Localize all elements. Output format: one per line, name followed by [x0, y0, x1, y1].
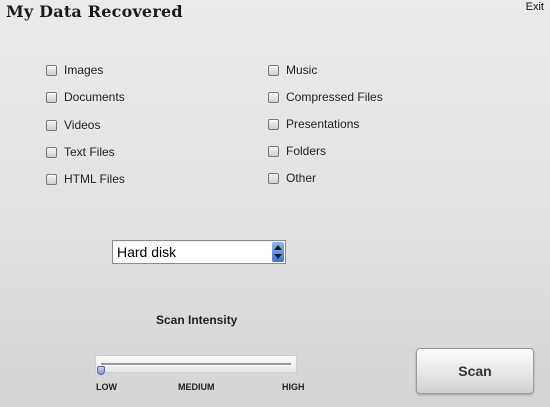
checkbox-label: Compressed Files — [286, 90, 383, 104]
checkbox-music[interactable]: Music — [268, 62, 317, 78]
checkbox-folders[interactable]: Folders — [268, 143, 326, 159]
checkbox-presentations[interactable]: Presentations — [268, 116, 359, 132]
checkbox-images[interactable]: Images — [46, 62, 103, 78]
checkbox-box[interactable] — [46, 119, 57, 131]
checkbox-other[interactable]: Other — [268, 170, 316, 186]
checkbox-label: Text Files — [64, 145, 115, 159]
checkbox-box[interactable] — [268, 64, 279, 76]
checkbox-compressed-files[interactable]: Compressed Files — [268, 89, 383, 105]
checkbox-box[interactable] — [268, 118, 279, 130]
drive-select-value: Hard disk — [117, 244, 177, 260]
slider-label-medium: MEDIUM — [178, 382, 215, 392]
checkbox-box[interactable] — [268, 91, 279, 103]
checkbox-label: Folders — [286, 144, 327, 158]
checkbox-box[interactable] — [46, 64, 57, 76]
checkbox-box[interactable] — [46, 91, 57, 103]
checkbox-videos[interactable]: Videos — [46, 117, 100, 133]
checkbox-label: HTML Files — [64, 172, 125, 186]
scan-button[interactable]: Scan — [416, 348, 534, 394]
checkbox-label: Presentations — [286, 117, 360, 131]
scan-intensity-title: Scan Intensity — [156, 313, 238, 327]
slider-track[interactable] — [97, 363, 291, 375]
checkbox-label: Videos — [64, 118, 101, 132]
checkbox-box[interactable] — [46, 173, 57, 185]
exit-link[interactable]: Exit — [526, 1, 544, 13]
checkbox-label: Images — [64, 63, 104, 77]
updown-arrows-icon[interactable] — [272, 242, 284, 262]
slider-label-low: LOW — [96, 382, 117, 392]
scan-intensity-slider[interactable] — [95, 355, 297, 375]
checkbox-box[interactable] — [268, 172, 279, 184]
drive-select[interactable]: Hard disk — [112, 240, 286, 264]
checkbox-html-files[interactable]: HTML Files — [46, 171, 125, 187]
app-title: My Data Recovered — [6, 2, 183, 21]
checkbox-label: Other — [286, 171, 317, 185]
slider-thumb[interactable] — [97, 366, 105, 375]
checkbox-box[interactable] — [268, 145, 279, 157]
checkbox-text-files[interactable]: Text Files — [46, 144, 115, 160]
slider-label-high: HIGH — [282, 382, 305, 392]
checkbox-box[interactable] — [46, 146, 57, 158]
checkbox-label: Documents — [64, 90, 125, 104]
checkbox-label: Music — [286, 63, 318, 77]
checkbox-documents[interactable]: Documents — [46, 89, 125, 105]
